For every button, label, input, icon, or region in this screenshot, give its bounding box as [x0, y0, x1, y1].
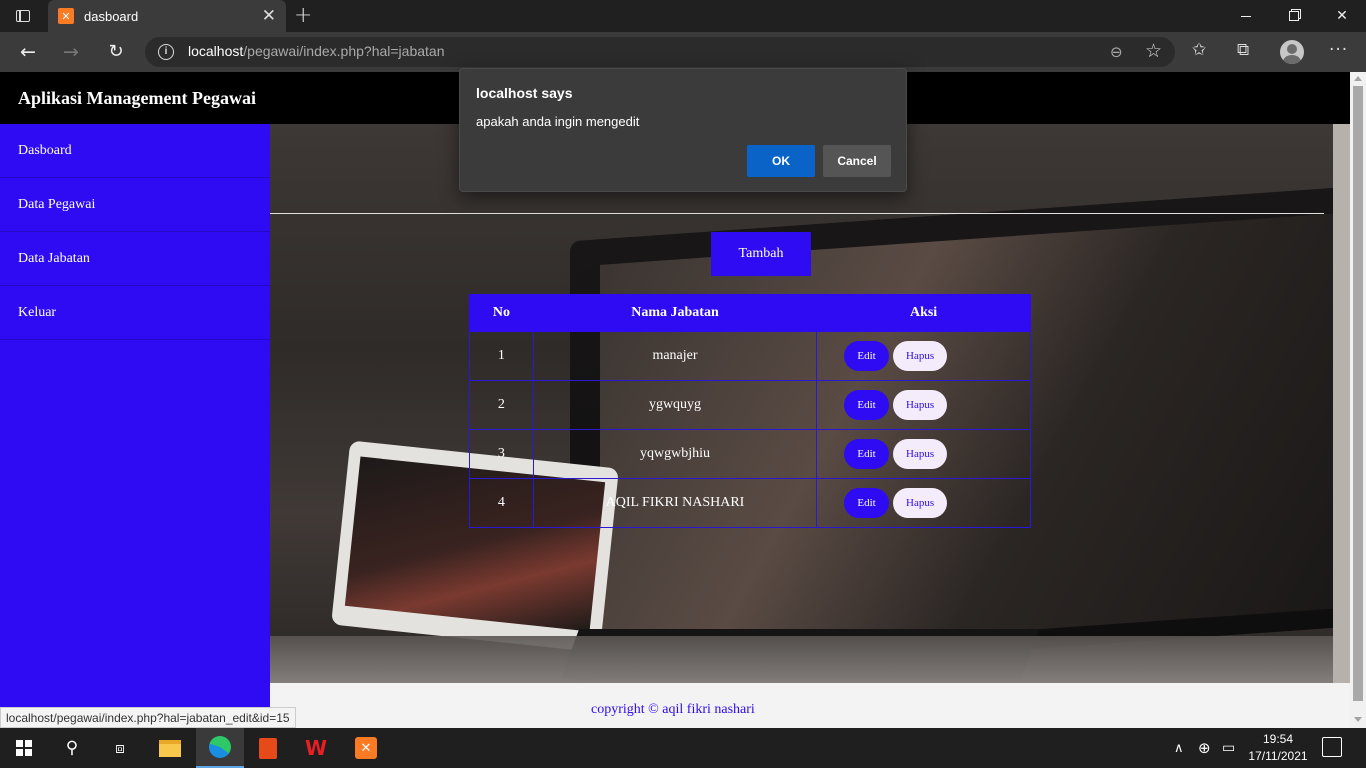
- tab-close-icon[interactable]: ✕: [262, 7, 276, 25]
- url-text[interactable]: localhost/pegawai/index.php?hal=jabatan: [188, 43, 445, 59]
- collections-icon[interactable]: ⧉: [1237, 40, 1249, 60]
- zoom-out-icon[interactable]: ⊖: [1110, 43, 1123, 61]
- xampp-icon[interactable]: ✕: [342, 728, 390, 768]
- windows-taskbar: ⚲ ⧈ W ✕ ∧ ⊕ ▭ 19:54 17/11/2021: [0, 728, 1366, 768]
- column-header-aksi: Aksi: [816, 294, 1031, 332]
- network-icon[interactable]: ⊕: [1198, 728, 1211, 768]
- desk-graphic: [270, 636, 1350, 683]
- edit-button[interactable]: Edit: [844, 341, 890, 371]
- clock-time: 19:54: [1262, 732, 1294, 746]
- scroll-thumb[interactable]: [1353, 86, 1363, 701]
- table-header-row: No Nama Jabatan Aksi: [469, 294, 1031, 332]
- table-row: 2 ygwquyg Edit Hapus: [469, 380, 1031, 430]
- browser-toolbar: ← → ↻ i localhost/pegawai/index.php?hal=…: [0, 32, 1366, 72]
- window-close-icon[interactable]: ✕: [1318, 0, 1366, 32]
- reload-icon[interactable]: ↻: [103, 40, 129, 64]
- forward-arrow-icon[interactable]: →: [58, 40, 84, 64]
- cell-aksi: Edit Hapus: [816, 478, 1031, 528]
- copyright-text: copyright © aqil fikri nashari: [591, 702, 755, 717]
- cell-aksi: Edit Hapus: [816, 380, 1031, 430]
- delete-button[interactable]: Hapus: [893, 390, 948, 420]
- cell-nama-jabatan: yqwgwbjhiu: [532, 429, 818, 479]
- add-favorite-icon[interactable]: ☆: [1145, 40, 1162, 62]
- site-info-icon[interactable]: i: [158, 44, 174, 60]
- cell-no: 4: [469, 478, 534, 528]
- url-host: localhost: [188, 43, 244, 59]
- column-header-no: No: [469, 294, 534, 332]
- favorites-icon[interactable]: ✩: [1192, 40, 1206, 60]
- restore-icon[interactable]: [1270, 0, 1318, 32]
- tab-actions-icon[interactable]: [10, 6, 36, 26]
- sidebar-item-data-jabatan[interactable]: Data Jabatan: [0, 232, 270, 286]
- task-view-icon[interactable]: ⧈: [96, 728, 144, 768]
- cell-no: 2: [469, 380, 534, 430]
- table-row: 1 manajer Edit Hapus: [469, 331, 1031, 381]
- edit-button[interactable]: Edit: [844, 488, 890, 518]
- sidebar-item-dasboard[interactable]: Dasboard: [0, 124, 270, 178]
- page-scrollbar[interactable]: [1350, 72, 1366, 728]
- sidebar-item-keluar[interactable]: Keluar: [0, 286, 270, 340]
- cell-nama-jabatan: AQIL FIKRI NASHARI: [532, 478, 818, 528]
- browser-titlebar: ✕ dasboard ✕ + ✕: [0, 0, 1366, 32]
- dialog-message: apakah anda ingin mengedit: [476, 114, 640, 129]
- scroll-down-icon[interactable]: [1354, 717, 1362, 722]
- tray-chevron-icon[interactable]: ∧: [1174, 728, 1184, 768]
- cell-nama-jabatan: ygwquyg: [532, 380, 818, 430]
- edit-button[interactable]: Edit: [844, 439, 890, 469]
- sidebar-item-data-pegawai[interactable]: Data Pegawai: [0, 178, 270, 232]
- file-explorer-icon[interactable]: [146, 728, 194, 768]
- clock-date: 17/11/2021: [1248, 749, 1308, 763]
- dialog-title: localhost says: [476, 85, 573, 101]
- cell-aksi: Edit Hapus: [816, 429, 1031, 479]
- column-header-nama-jabatan: Nama Jabatan: [532, 294, 818, 332]
- confirm-dialog: localhost says apakah anda ingin mengedi…: [459, 68, 907, 192]
- tab-title: dasboard: [84, 8, 139, 24]
- delete-button[interactable]: Hapus: [893, 488, 948, 518]
- right-panel-graphic: [1333, 124, 1350, 683]
- scroll-up-icon[interactable]: [1354, 76, 1362, 81]
- cell-no: 1: [469, 331, 534, 381]
- cell-no: 3: [469, 429, 534, 479]
- status-bar-url: localhost/pegawai/index.php?hal=jabatan_…: [0, 707, 296, 728]
- dialog-ok-button[interactable]: OK: [747, 145, 815, 177]
- search-icon[interactable]: ⚲: [48, 728, 96, 768]
- office-icon[interactable]: [244, 728, 292, 768]
- add-button[interactable]: Tambah: [711, 232, 811, 276]
- table-row: 3 yqwgwbjhiu Edit Hapus: [469, 429, 1031, 479]
- address-bar[interactable]: i localhost/pegawai/index.php?hal=jabata…: [145, 37, 1175, 67]
- edge-browser-icon[interactable]: [196, 728, 244, 768]
- xampp-favicon-icon: ✕: [58, 8, 74, 24]
- delete-button[interactable]: Hapus: [893, 341, 948, 371]
- profile-avatar-icon[interactable]: [1280, 40, 1304, 64]
- app-title: Aplikasi Management Pegawai: [18, 88, 256, 108]
- taskbar-clock[interactable]: 19:54 17/11/2021: [1246, 731, 1310, 765]
- browser-tab[interactable]: ✕ dasboard ✕: [48, 0, 286, 32]
- edit-button[interactable]: Edit: [844, 390, 890, 420]
- url-path: /pegawai/index.php?hal=jabatan: [243, 43, 445, 59]
- cell-aksi: Edit Hapus: [816, 331, 1031, 381]
- notification-icon[interactable]: [1322, 737, 1342, 757]
- more-menu-icon[interactable]: ···: [1329, 40, 1348, 60]
- wps-office-icon[interactable]: W: [292, 728, 340, 768]
- heading-divider: [270, 213, 1324, 214]
- delete-button[interactable]: Hapus: [893, 439, 948, 469]
- dialog-cancel-button[interactable]: Cancel: [823, 145, 891, 177]
- windows-start-icon[interactable]: [0, 728, 48, 768]
- table-row: 4 AQIL FIKRI NASHARI Edit Hapus: [469, 478, 1031, 528]
- minimize-icon[interactable]: [1222, 0, 1270, 32]
- window-controls: ✕: [1222, 0, 1366, 32]
- page-footer: copyright © aqil fikri nashari: [270, 683, 1350, 728]
- back-arrow-icon[interactable]: ←: [15, 40, 41, 64]
- battery-icon[interactable]: ▭: [1222, 728, 1235, 768]
- sidebar: Dasboard Data Pegawai Data Jabatan Kelua…: [0, 124, 270, 728]
- cell-nama-jabatan: manajer: [532, 331, 818, 381]
- new-tab-icon[interactable]: +: [294, 5, 312, 27]
- jabatan-table: No Nama Jabatan Aksi 1 manajer Edit Hapu…: [469, 294, 1031, 528]
